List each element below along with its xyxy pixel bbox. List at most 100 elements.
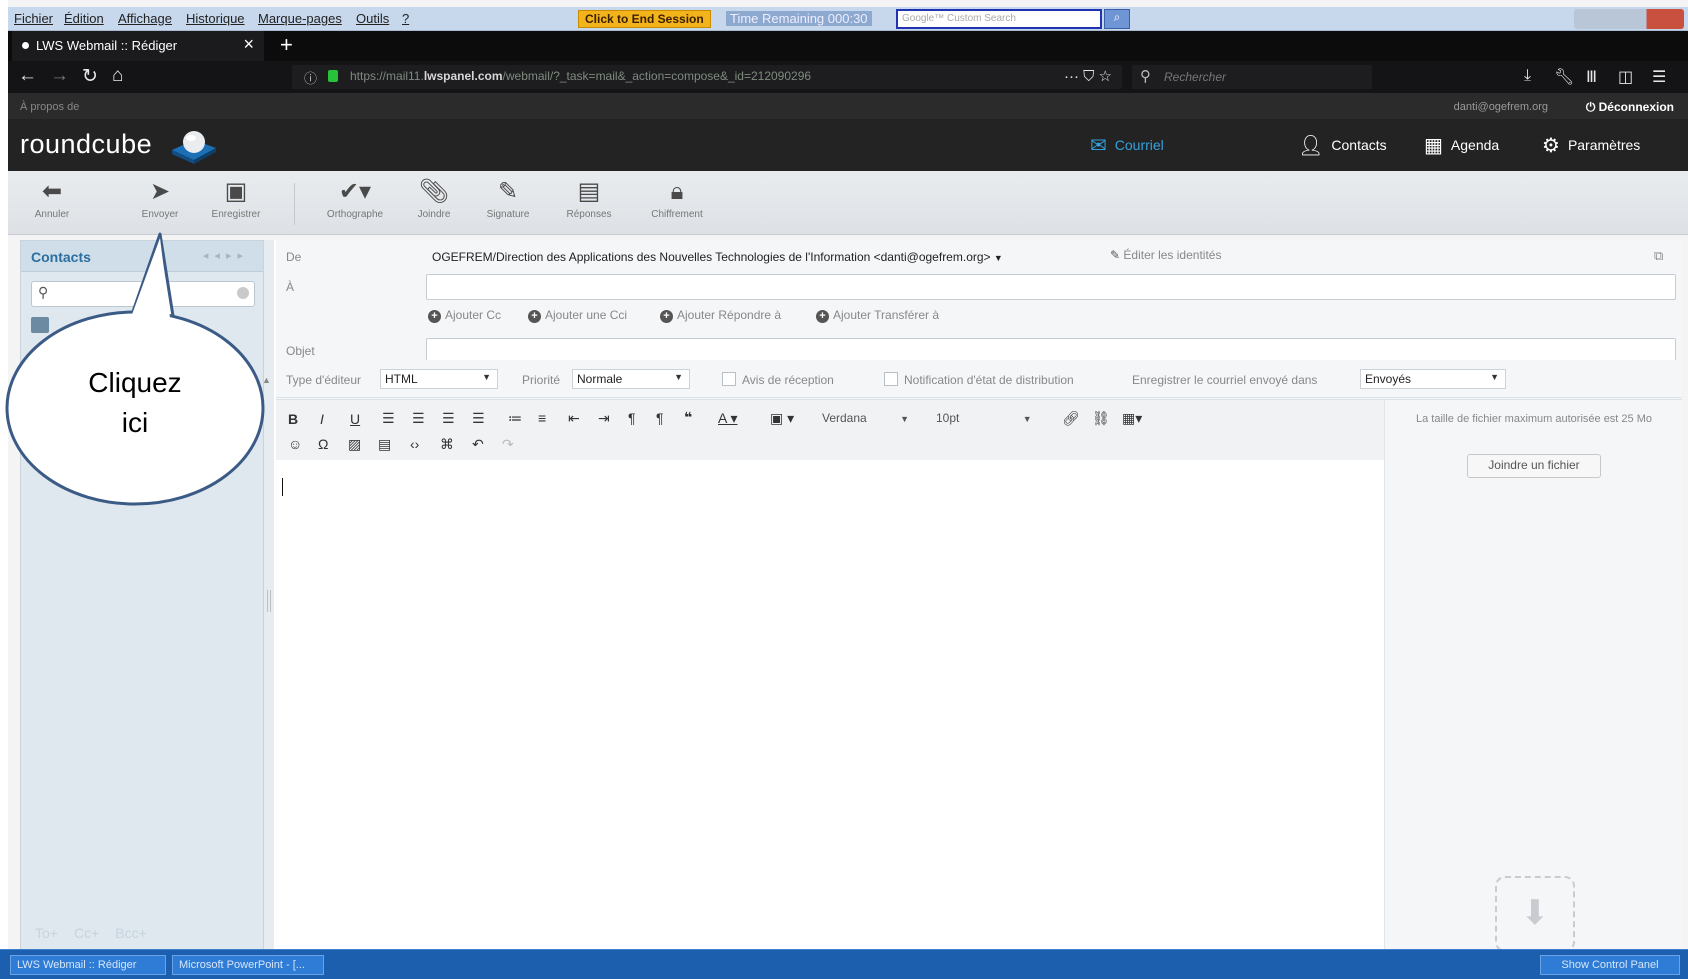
emoticon-icon[interactable]: ☺ [288,436,302,452]
font-family-select[interactable]: Verdana ▼ [822,411,909,425]
hamburger-menu-icon[interactable]: ☰ [1652,67,1666,87]
back-arrow-icon[interactable]: ← [18,65,37,87]
message-editor[interactable] [276,460,1384,950]
align-justify-icon[interactable]: ☰ [472,410,485,427]
show-control-panel-button[interactable]: Show Control Panel [1540,955,1680,975]
menu-fichier[interactable]: Fichier [14,11,53,26]
edit-identities-link[interactable]: ✎ Éditer les identités [1110,248,1221,262]
library-icon[interactable]: Ⅲ [1586,67,1597,87]
table-icon[interactable]: ▦▾ [1122,410,1142,427]
taskbar-item-powerpoint[interactable]: Microsoft PowerPoint - [... [172,955,324,975]
wrench-icon[interactable]: 🔧︎ [1554,67,1574,87]
joindre-button[interactable]: 📎︎ Joindre [404,177,464,233]
align-left-icon[interactable]: ☰ [382,410,395,427]
undo-icon[interactable]: ↶ [472,436,484,453]
menu-outils[interactable]: Outils [356,11,389,26]
font-size-select[interactable]: 10pt ▼ [936,411,1032,425]
google-search-input[interactable]: Google™ Custom Search [896,9,1102,29]
italic-icon[interactable]: I [320,411,324,427]
ltr-icon[interactable]: ¶ [628,410,636,426]
menu-marque-pages[interactable]: Marque-pages [258,11,342,26]
task-agenda[interactable]: ▦ Agenda [1414,119,1509,171]
envoyer-button[interactable]: ➤ Envoyer [128,177,192,233]
end-session-button[interactable]: Click to End Session [578,10,711,28]
chiffrement-button[interactable]: 🔒︎ Chiffrement [634,177,720,233]
text-color-icon[interactable]: A ▾ [718,410,737,427]
special-char-icon[interactable]: Ω [318,436,328,452]
search-icon[interactable]: ⌕ [1104,9,1130,29]
close-tab-icon[interactable]: × [243,34,254,55]
menu-edition[interactable]: Édition [64,11,104,26]
add-cc-button[interactable]: Cc+ [74,925,99,941]
new-tab-icon[interactable]: + [280,32,293,58]
task-parametres[interactable]: ⚙ Paramètres [1532,119,1650,171]
align-center-icon[interactable]: ☰ [412,410,425,427]
logo[interactable]: roundcube [20,129,152,160]
blockquote-icon[interactable]: ❝ [684,409,692,426]
editor-type-select[interactable]: HTML ▼ [380,369,498,389]
receipt-checkbox[interactable] [722,372,736,386]
task-courriel[interactable]: ✉ Courriel [1080,119,1174,171]
info-icon[interactable]: ⓘ [304,68,317,87]
add-to-button[interactable]: To+ [35,925,58,941]
unlink-icon[interactable]: ⛓ [1092,410,1110,427]
attach-file-button[interactable]: Joindre un fichier [1467,454,1601,478]
reload-icon[interactable]: ↻ [82,65,98,88]
bullet-list-icon[interactable]: ≔ [508,410,522,427]
find-replace-icon[interactable]: ⌘ [440,436,454,453]
url-bar[interactable]: ⓘ https://mail11.lwspanel.com/webmail/?_… [292,65,1122,89]
outdent-icon[interactable]: ⇤ [568,410,580,427]
media-icon[interactable]: ▤ [378,436,391,453]
add-cc-link[interactable]: + Ajouter Cc [428,308,501,323]
indent-icon[interactable]: ⇥ [598,410,610,427]
save-in-select[interactable]: Envoyés ▼ [1360,369,1506,389]
rtl-icon[interactable]: ¶ [656,410,664,426]
orthographe-button[interactable]: ✔▾ Orthographe [312,177,398,233]
menu-help[interactable]: ? [402,11,409,26]
redo-icon[interactable]: ↷ [502,436,514,453]
background-color-icon[interactable]: ▣ ▾ [770,410,794,427]
page-actions-icon[interactable]: ··· ⛉ ☆ [1064,67,1112,85]
sidebar-icon[interactable]: ◫ [1618,67,1633,87]
add-followup-to-link[interactable]: + Ajouter Transférer à [816,308,939,323]
browser-search-input[interactable]: ⚲ Rechercher [1132,65,1372,89]
tab-webmail[interactable]: LWS Webmail :: Rédiger × [12,31,264,61]
pagination-icon[interactable]: ◂◂▸▸ [203,249,249,262]
download-icon[interactable]: ⤓ [1524,67,1531,85]
dsn-checkbox[interactable] [884,372,898,386]
enregistrer-button[interactable]: ▣ Enregistrer [198,177,274,233]
task-contacts[interactable]: 👤︎ Contacts [1288,119,1397,171]
add-bcc-button[interactable]: Bcc+ [115,925,147,941]
lock-icon[interactable] [328,70,338,82]
annuler-button[interactable]: ⬅ Annuler [22,177,82,233]
to-input[interactable] [426,274,1676,300]
image-icon[interactable]: ▨ [348,436,361,453]
link-icon[interactable]: 🔗︎ [1062,410,1080,427]
from-select[interactable]: OGEFREM/Direction des Applications des N… [432,250,1003,264]
source-code-icon[interactable]: ‹› [410,436,419,452]
priority-select[interactable]: Normale ▼ [572,369,690,389]
about-link[interactable]: À propos de [20,101,79,113]
expand-icon[interactable]: ⧉ [1654,248,1663,264]
menu-affichage[interactable]: Affichage [118,11,172,26]
add-bcc-link[interactable]: + Ajouter une Cci [528,308,627,323]
contacts-search-input[interactable]: ⚲ [31,281,255,307]
collapse-icon[interactable]: ▲ [262,375,271,385]
underline-icon[interactable]: U [350,411,360,427]
numbered-list-icon[interactable]: ≡ [538,410,546,426]
align-right-icon[interactable]: ☰ [442,410,455,427]
bold-icon[interactable]: B [288,411,298,427]
drop-zone-download-icon[interactable]: ⬇ [1495,876,1575,952]
window-controls[interactable] [1574,9,1684,29]
clear-search-icon[interactable] [237,287,249,299]
add-reply-to-link[interactable]: + Ajouter Répondre à [660,308,781,323]
reponses-button[interactable]: ▤ Réponses [552,177,626,233]
taskbar-item-webmail[interactable]: LWS Webmail :: Rédiger [10,955,166,975]
signature-button[interactable]: ✎ Signature [472,177,544,233]
menu-historique[interactable]: Historique [186,11,245,26]
address-book-item[interactable] [31,313,253,343]
forward-arrow-icon[interactable]: → [50,65,69,87]
splitter-grip[interactable] [267,590,271,612]
logout-button[interactable]: ⏻ Déconnexion [1586,100,1674,115]
home-icon[interactable]: ⌂ [112,65,123,87]
